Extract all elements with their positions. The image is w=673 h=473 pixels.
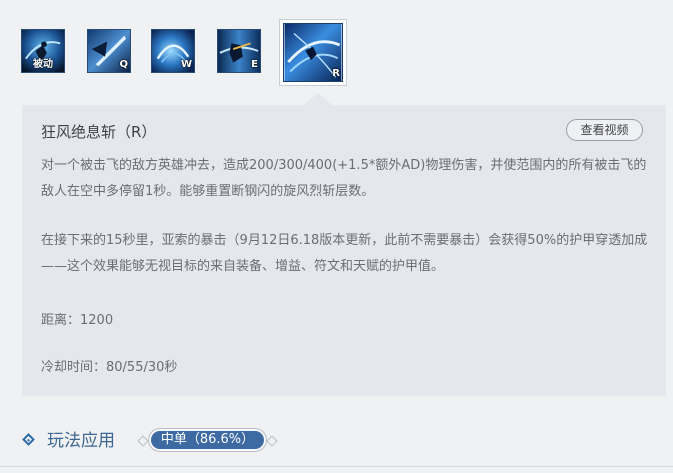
skill-tab-q[interactable]: Q [87, 29, 131, 73]
usage-section: 玩法应用 中单（86.6%） [22, 428, 322, 456]
skill-key-label: R [332, 68, 340, 79]
skill-description-extra: 在接下来的15秒里，亚索的暴击（9月12日6.18版本更新，此前不需要暴击）会获… [41, 233, 648, 274]
role-tag[interactable]: 中单（86.6%） [143, 427, 272, 455]
skill-tab-passive[interactable]: 被动 [21, 29, 65, 73]
skill-icon-frame: R [283, 23, 343, 82]
skill-title: 狂风绝息斩（R） [41, 123, 157, 141]
skill-tab-w[interactable]: W [151, 29, 195, 73]
skill-key-label: Q [119, 59, 128, 70]
divider [0, 466, 673, 467]
usage-title: 玩法应用 [47, 431, 115, 451]
role-tag-label: 中单（86.6%） [151, 431, 264, 449]
skill-description: 对一个被击飞的敌方英雄冲去，造成200/300/400(+1.5*额外AD)物理… [41, 158, 647, 199]
skill-detail-panel: 狂风绝息斩（R） 查看视频 对一个被击飞的敌方英雄冲去，造成200/300/40… [22, 105, 666, 396]
skill-key-label: E [251, 59, 258, 70]
diamond-icon [22, 433, 35, 446]
role-tag-frame: 中单（86.6%） [148, 428, 267, 452]
selected-pointer [304, 93, 332, 105]
skill-key-label: 被动 [33, 59, 53, 70]
skill-range: 距离：1200 [41, 313, 114, 328]
view-video-button[interactable]: 查看视频 [566, 119, 643, 141]
skill-tab-r[interactable]: R [279, 19, 347, 86]
skill-key-label: W [180, 59, 192, 70]
skill-tab-e[interactable]: E [217, 29, 261, 73]
skill-cooldown: 冷却时间：80/55/30秒 [41, 360, 178, 375]
skill-tabs: 被动 Q W E R [0, 0, 673, 100]
